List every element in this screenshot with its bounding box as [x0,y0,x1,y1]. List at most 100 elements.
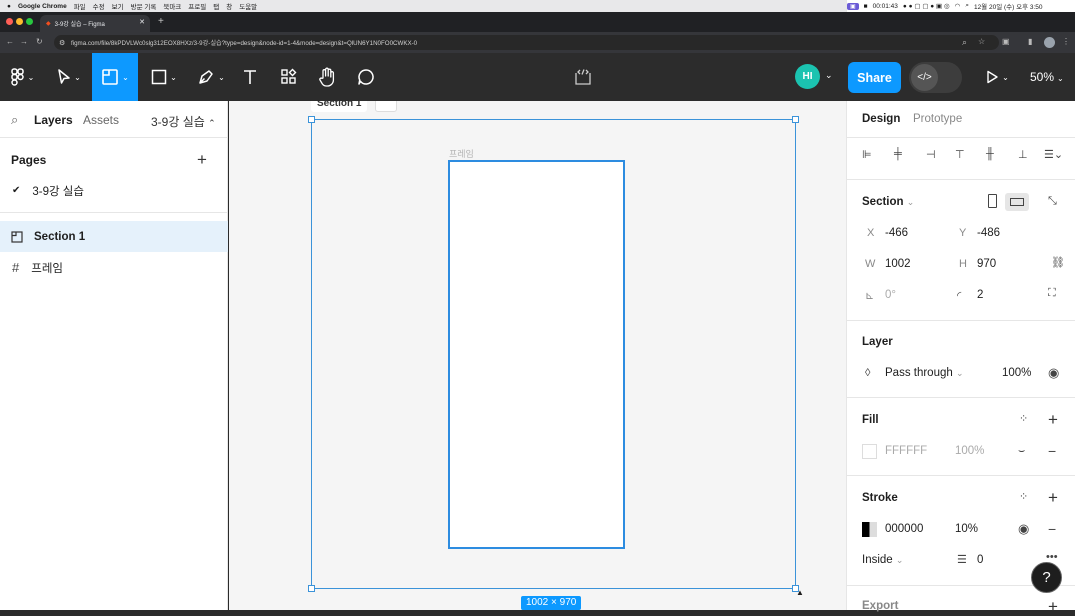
zoom-icon[interactable]: ⌕ [962,37,967,48]
resources-button[interactable] [274,53,304,101]
add-export-icon[interactable]: + [1048,598,1058,615]
menu-edit[interactable]: 수정 [93,1,105,11]
search-spotlight-icon[interactable]: ⌕ [965,2,969,10]
stroke-hex-input[interactable]: 000000 [885,523,923,535]
x-input[interactable]: -466 [885,227,908,239]
align-horizontal-center-icon[interactable]: ╪ [894,148,902,160]
wifi-icon[interactable]: ◠ [955,2,961,10]
align-bottom-icon[interactable]: ⊥ [1018,148,1028,161]
close-window-icon[interactable] [6,18,13,25]
portrait-icon[interactable] [988,194,997,208]
eye-closed-icon[interactable]: ⌣ [1018,445,1025,458]
url-input[interactable]: ⚙ figma.com/file/8kPDVLWc0slg312EOX8HXz/… [54,35,999,50]
frame-label[interactable]: 프레임 [449,147,474,160]
constrain-proportions-icon[interactable]: ⛓ [1051,256,1065,269]
h-input[interactable]: 970 [977,258,996,270]
fill-opacity-input[interactable]: 100% [955,445,984,457]
hand-tool-button[interactable] [312,53,342,101]
align-left-icon[interactable]: ⊫ [862,148,872,161]
tab-design[interactable]: Design [862,113,900,125]
back-icon[interactable]: ← [6,37,14,46]
site-info-icon[interactable]: ⚙ [59,39,65,47]
menubar-app-name[interactable]: Google Chrome [18,3,67,10]
menu-window[interactable]: 창 [226,1,232,11]
align-right-icon[interactable]: ⊣ [926,148,936,161]
reload-icon[interactable]: ↻ [36,37,43,46]
distribute-icon[interactable]: ☰⌄ [1044,148,1063,161]
sidepanel-icon[interactable]: ▮ [1028,37,1032,46]
corner-radius-input[interactable]: 2 [977,289,983,301]
tab-layers[interactable]: Layers [34,113,73,127]
stroke-styles-icon[interactable]: ⁘ [1019,490,1028,503]
extensions-icon[interactable]: ▣ [1002,37,1010,46]
remove-fill-icon[interactable]: − [1048,443,1056,459]
section-title-label[interactable]: Section 1 [311,101,368,112]
close-tab-icon[interactable]: ✕ [139,18,145,26]
layer-opacity-input[interactable]: 100% [1002,367,1031,379]
stroke-color-swatch[interactable] [862,522,877,537]
eye-icon[interactable]: ◉ [1018,521,1029,537]
chrome-menu-icon[interactable]: ⋮ [1062,37,1070,46]
section-heading[interactable]: Section ⌄ [862,196,914,208]
align-top-icon[interactable]: ⊤ [955,148,965,161]
resize-to-fit-icon[interactable]: ⤡ [1048,195,1057,208]
align-vertical-center-icon[interactable]: ╫ [986,148,994,160]
forward-icon[interactable]: → [20,37,28,46]
user-avatar[interactable]: HI [795,64,820,89]
layer-item-section-1[interactable]: Section 1 [0,221,228,252]
menu-file[interactable]: 파일 [74,1,86,11]
dev-mode-frame-button[interactable] [568,53,598,101]
maximize-window-icon[interactable] [26,18,33,25]
share-button[interactable]: Share [848,62,901,93]
fill-styles-icon[interactable]: ⁘ [1019,412,1028,425]
bookmark-star-icon[interactable]: ☆ [978,37,985,46]
landscape-button[interactable] [1005,193,1029,211]
canvas[interactable]: Section 1 프레임 1002 × 970 ▲ [229,101,846,610]
fill-color-swatch[interactable] [862,444,877,459]
browser-tab[interactable]: ◆ 3-9강 실습 – Figma ✕ [40,15,150,32]
remove-stroke-icon[interactable]: − [1048,521,1056,537]
menu-bookmarks[interactable]: 북마크 [163,1,181,11]
dev-mode-toggle[interactable]: </> [909,62,962,93]
fill-hex-input[interactable]: FFFFFF [885,445,927,457]
stroke-position-dropdown[interactable]: Inside ⌄ [862,554,903,566]
zoom-dropdown[interactable]: 50% ⌄ [1030,70,1064,84]
resize-handle[interactable] [308,585,315,592]
section-options-icon[interactable] [375,101,397,112]
y-input[interactable]: -486 [977,227,1000,239]
menu-history[interactable]: 방문 기록 [131,1,157,11]
menu-help[interactable]: 도움말 [239,1,257,11]
eye-icon[interactable]: ◉ [1048,365,1059,381]
present-button[interactable]: ⌄ [980,53,1014,101]
independent-corners-icon[interactable]: ⛶ [1048,287,1056,300]
add-fill-icon[interactable]: + [1048,411,1058,428]
main-menu-button[interactable]: ⌄ [0,53,45,101]
rotation-input[interactable]: 0° [885,289,896,301]
stroke-opacity-input[interactable]: 10% [955,523,978,535]
stroke-weight-input[interactable]: 0 [977,554,983,566]
move-tool-button[interactable]: ⌄ [47,53,91,101]
shape-tool-button[interactable]: ⌄ [144,53,184,101]
menu-profile[interactable]: 프로필 [188,1,206,11]
new-tab-button[interactable]: + [158,16,164,27]
search-icon[interactable]: ⌕ [11,112,18,128]
help-button[interactable]: ? [1031,562,1062,593]
tab-prototype[interactable]: Prototype [913,113,962,125]
apple-icon[interactable]: ● [7,3,11,10]
layer-item-frame[interactable]: # 프레임 [0,252,228,283]
frame[interactable] [448,160,625,549]
frame-section-tool-button[interactable]: ⌄ [92,53,138,101]
screen-record-icon[interactable]: ▣ [847,2,859,10]
tab-assets[interactable]: Assets [83,113,119,127]
page-selector[interactable]: 3-9강 실습 ⌃ [151,113,216,130]
pen-tool-button[interactable]: ⌄ [190,53,232,101]
text-tool-button[interactable] [236,53,264,101]
w-input[interactable]: 1002 [885,258,911,270]
resize-handle[interactable] [308,116,315,123]
blend-mode-dropdown[interactable]: Pass through ⌄ [885,367,964,379]
add-stroke-icon[interactable]: + [1048,489,1058,506]
chevron-down-icon[interactable]: ⌄ [825,70,833,81]
add-page-icon[interactable]: + [197,151,207,168]
profile-avatar-icon[interactable] [1044,37,1055,48]
minimize-window-icon[interactable] [16,18,23,25]
